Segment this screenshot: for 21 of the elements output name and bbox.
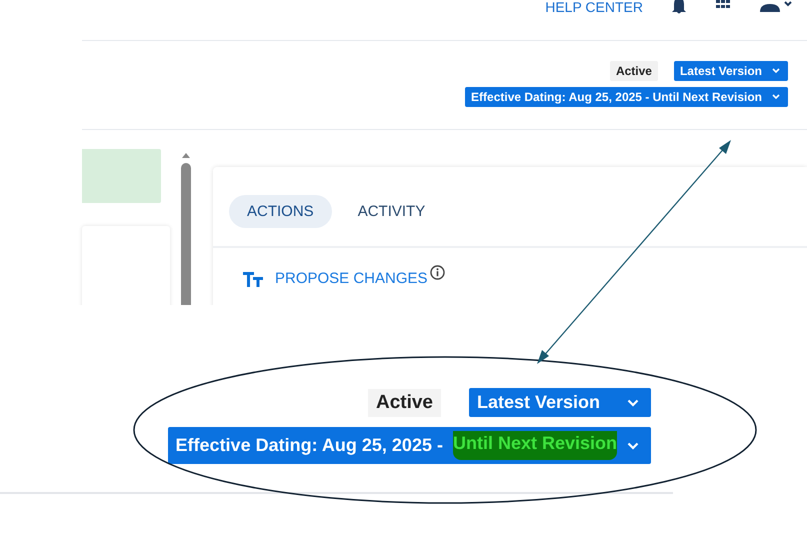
version-dropdown[interactable]: Latest Version (469, 388, 651, 417)
info-icon[interactable] (430, 265, 445, 280)
effective-dating-dropdown[interactable]: Effective Dating: Aug 25, 2025 - Until Next Revision (465, 87, 788, 107)
propose-changes-link[interactable]: PROPOSE CHANGES (275, 270, 428, 287)
scrollbar[interactable] (180, 151, 192, 305)
user-menu-icon[interactable] (759, 0, 793, 12)
bell-icon[interactable] (671, 0, 687, 14)
chevron-down-icon (627, 442, 639, 450)
text-size-icon (243, 270, 265, 286)
chevron-down-icon (627, 398, 639, 406)
panel-tab[interactable]: ACTIVITY (340, 195, 444, 228)
chevron-down-icon (772, 94, 780, 100)
help-center-link[interactable]: HELP CENTER (545, 0, 643, 14)
highlighted-text: Until Next Revision (452, 431, 617, 460)
effective-dating-dropdown[interactable]: Effective Dating: Aug 25, 2025 - Until Next Revision (168, 427, 651, 464)
status-badge: Active (610, 61, 658, 81)
chevron-down-icon (772, 68, 780, 74)
version-dropdown[interactable]: Latest Version (674, 61, 788, 81)
panel-tab[interactable]: ACTIONS (229, 195, 332, 228)
status-badge: Active (368, 388, 441, 416)
scroll-up-icon[interactable] (181, 151, 191, 159)
